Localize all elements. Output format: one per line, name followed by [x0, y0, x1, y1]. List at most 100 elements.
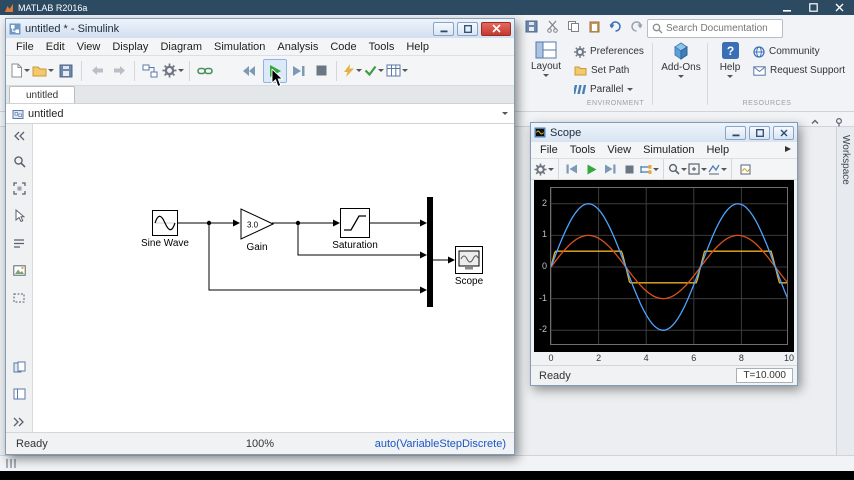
documentation-search-box[interactable]	[647, 19, 783, 38]
model-data-editor-button[interactable]	[386, 59, 408, 83]
menu-overflow-icon[interactable]	[784, 144, 792, 156]
model-tab-label: untitled	[26, 89, 59, 101]
menu-tools[interactable]: Tools	[363, 41, 401, 53]
sine-wave-block[interactable]	[152, 210, 178, 236]
scope-minimize-button[interactable]	[725, 125, 746, 140]
model-browser-icon[interactable]	[13, 387, 26, 405]
saturation-block[interactable]	[340, 208, 370, 238]
scope-run-button[interactable]	[582, 160, 600, 179]
library-browser-icon[interactable]	[13, 360, 26, 378]
zoom-tool-icon[interactable]	[13, 155, 26, 173]
fit-to-view-icon[interactable]	[12, 182, 26, 200]
menu-simulation[interactable]: Simulation	[208, 41, 271, 53]
workspace-sidebar-tab[interactable]: Workspace	[836, 127, 854, 455]
redo-icon[interactable]	[629, 19, 644, 34]
scope-fit-view-button[interactable]	[688, 160, 707, 179]
menu-code[interactable]: Code	[324, 41, 362, 53]
model-tab-untitled[interactable]: untitled	[9, 86, 76, 103]
add-ons-icon	[674, 42, 688, 60]
step-back-button[interactable]	[239, 59, 259, 83]
menu-file[interactable]: File	[10, 41, 40, 53]
menu-help[interactable]: Help	[400, 41, 435, 53]
breadcrumb-model-name[interactable]: untitled	[28, 108, 63, 120]
request-support-label: Request Support	[770, 65, 846, 76]
scope-close-button[interactable]	[773, 125, 794, 140]
search-input[interactable]	[666, 23, 778, 34]
matlab-minimize-button[interactable]	[774, 0, 800, 15]
copy-icon[interactable]	[566, 19, 581, 34]
request-support-button[interactable]: Request Support	[753, 62, 845, 79]
scope-stop-button[interactable]	[620, 160, 638, 179]
scope-menu-simulation[interactable]: Simulation	[637, 144, 700, 156]
forward-button[interactable]	[109, 59, 129, 83]
resize-grip[interactable]	[6, 455, 18, 473]
parallel-menu-button[interactable]: Parallel	[574, 81, 644, 98]
preferences-button[interactable]: Preferences	[574, 43, 644, 60]
menu-diagram[interactable]: Diagram	[154, 41, 208, 53]
simulink-maximize-button[interactable]	[457, 21, 478, 36]
matlab-close-button[interactable]	[826, 0, 852, 15]
scope-zoom-button[interactable]	[668, 160, 687, 179]
simulink-titlebar[interactable]: untitled * - Simulink	[6, 19, 514, 38]
cut-icon[interactable]	[545, 19, 560, 34]
matlab-titlebar[interactable]: MATLAB R2016a	[0, 0, 854, 15]
new-model-button[interactable]	[10, 59, 30, 83]
step-forward-button[interactable]	[289, 59, 309, 83]
model-hierarchy-button[interactable]	[140, 59, 160, 83]
menu-view[interactable]: View	[71, 41, 107, 53]
simulation-mode-button[interactable]	[342, 59, 362, 83]
pointer-tool-icon[interactable]	[14, 208, 25, 227]
scope-settings-button[interactable]	[534, 160, 554, 179]
menu-display[interactable]: Display	[106, 41, 154, 53]
scope-block-label: Scope	[454, 276, 484, 287]
run-simulation-button[interactable]	[263, 58, 287, 87]
model-canvas[interactable]: Sine Wave 3.0 Gain Saturation Scope	[33, 124, 514, 432]
scope-measurements-button[interactable]	[708, 160, 727, 179]
chevron-down-icon	[402, 69, 408, 72]
simulink-minimize-button[interactable]	[433, 21, 454, 36]
scope-menu-file[interactable]: File	[534, 144, 564, 156]
scope-step-back-button[interactable]	[563, 160, 581, 179]
scope-plot-canvas[interactable]	[550, 187, 788, 345]
scope-plot-area[interactable]: 2 1 0 -1 -2	[534, 180, 794, 352]
library-link-button[interactable]	[195, 59, 215, 83]
expand-palette-icon[interactable]	[13, 414, 25, 432]
undo-icon[interactable]	[608, 19, 623, 34]
add-ons-button[interactable]: Add-Ons	[658, 41, 704, 78]
menu-analysis[interactable]: Analysis	[271, 41, 324, 53]
gain-block[interactable]: 3.0	[240, 208, 275, 240]
area-select-icon[interactable]	[13, 290, 25, 308]
annotation-tool-icon[interactable]	[13, 236, 25, 254]
hide-palette-icon[interactable]	[13, 128, 25, 146]
community-button[interactable]: Community	[753, 43, 845, 60]
open-model-button[interactable]	[32, 59, 54, 83]
mux-block[interactable]	[427, 197, 433, 307]
menu-edit[interactable]: Edit	[40, 41, 71, 53]
scope-highlight-button[interactable]	[736, 160, 754, 179]
simulink-close-button[interactable]	[481, 21, 511, 36]
scope-maximize-button[interactable]	[749, 125, 770, 140]
scope-step-forward-button[interactable]	[601, 160, 619, 179]
image-tool-icon[interactable]	[12, 263, 26, 281]
save-icon[interactable]	[524, 19, 539, 34]
solver-setting[interactable]: auto(VariableStepDiscrete)	[375, 438, 514, 450]
chevron-down-icon	[627, 88, 634, 91]
scope-titlebar[interactable]: Scope	[531, 123, 797, 142]
simulink-toolbar	[6, 56, 514, 87]
scope-signals-button[interactable]	[639, 160, 659, 179]
paste-icon[interactable]	[587, 19, 602, 34]
model-advisor-button[interactable]	[364, 59, 384, 83]
stop-simulation-button[interactable]	[311, 59, 331, 83]
set-path-button[interactable]: Set Path	[574, 62, 644, 79]
save-model-button[interactable]	[56, 59, 76, 83]
scope-block[interactable]	[455, 246, 483, 274]
matlab-maximize-button[interactable]	[800, 0, 826, 15]
scope-menu-tools[interactable]: Tools	[564, 144, 602, 156]
help-button[interactable]: ? Help	[713, 41, 747, 78]
scope-menu-help[interactable]: Help	[700, 144, 735, 156]
model-settings-button[interactable]	[162, 59, 184, 83]
layout-button[interactable]: Layout	[524, 41, 568, 77]
breadcrumb-dropdown-icon[interactable]	[502, 112, 508, 115]
back-button[interactable]	[87, 59, 107, 83]
scope-menu-view[interactable]: View	[601, 144, 637, 156]
